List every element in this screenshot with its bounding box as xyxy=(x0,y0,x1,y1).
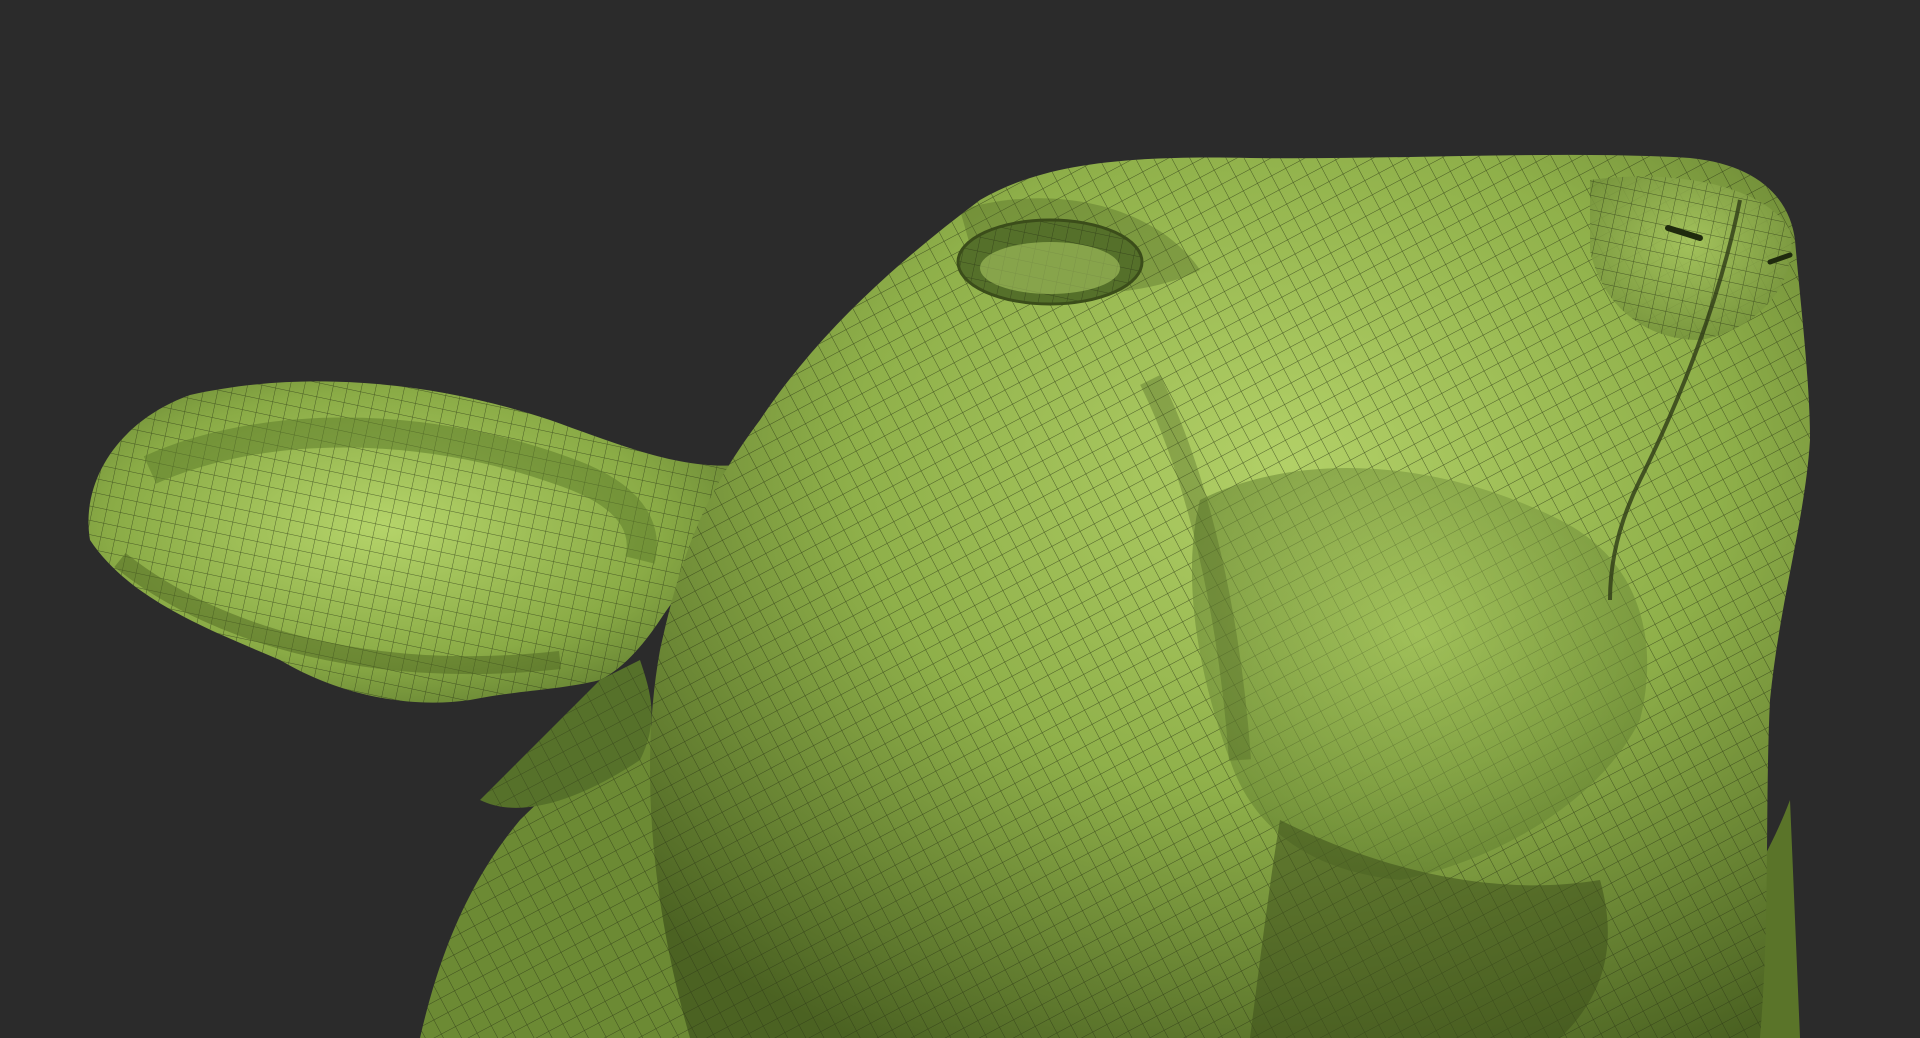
3d-viewport[interactable] xyxy=(0,0,1920,1038)
eye-socket xyxy=(956,218,1144,306)
model-render xyxy=(0,0,1920,1038)
